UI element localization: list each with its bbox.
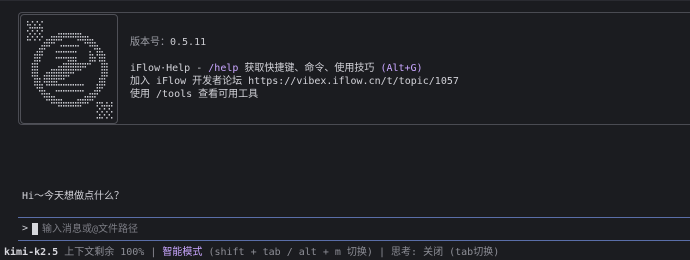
message-input[interactable] [42, 221, 642, 237]
help-prefix: iFlow·Help - [130, 63, 209, 74]
text-cursor [32, 223, 38, 235]
help-shortcut: (Alt+G) [380, 63, 423, 74]
status-bar: kimi-k2.5 上下文剩余 100% | 智能模式 (shift + tab… [0, 246, 690, 260]
help-command: /help [208, 63, 239, 74]
help-line: iFlow·Help - /help 获取快捷键、命令、使用技巧 (Alt+G) [130, 62, 459, 75]
mode-indicator[interactable]: 智能模式 [162, 247, 202, 258]
thinking-status[interactable]: 思考: 关闭 (tab切换) [391, 247, 499, 258]
top-divider [0, 0, 690, 1]
context-remaining: 上下文剩余 100% [64, 247, 145, 258]
greeting-message: Hi～今天想做点什么？ [22, 191, 125, 202]
mode-hint: (shift + tab / alt + m 切换) [208, 247, 373, 258]
help-text: 获取快捷键、命令、使用技巧 [238, 63, 381, 74]
status-separator-2: | [378, 247, 386, 258]
input-bar[interactable]: > [18, 217, 690, 241]
iflow-logo-icon [20, 14, 118, 124]
tools-line: 使用 /tools 查看可用工具 [130, 89, 259, 100]
status-separator: | [150, 247, 157, 258]
version-line: 版本号：0.5.11 [130, 36, 459, 49]
prompt-chevron-icon: > [22, 223, 29, 234]
terminal-window: 版本号：0.5.11 iFlow·Help - /help 获取快捷键、命令、使… [0, 0, 690, 260]
welcome-info: 版本号：0.5.11 iFlow·Help - /help 获取快捷键、命令、使… [130, 36, 459, 101]
forum-line: 加入 iFlow 开发者论坛 https://vibex.iflow.cn/t/… [130, 76, 459, 87]
version-value: 0.5.11 [170, 37, 207, 48]
model-name: kimi-k2.5 [4, 247, 59, 258]
version-label: 版本号： [130, 37, 170, 48]
